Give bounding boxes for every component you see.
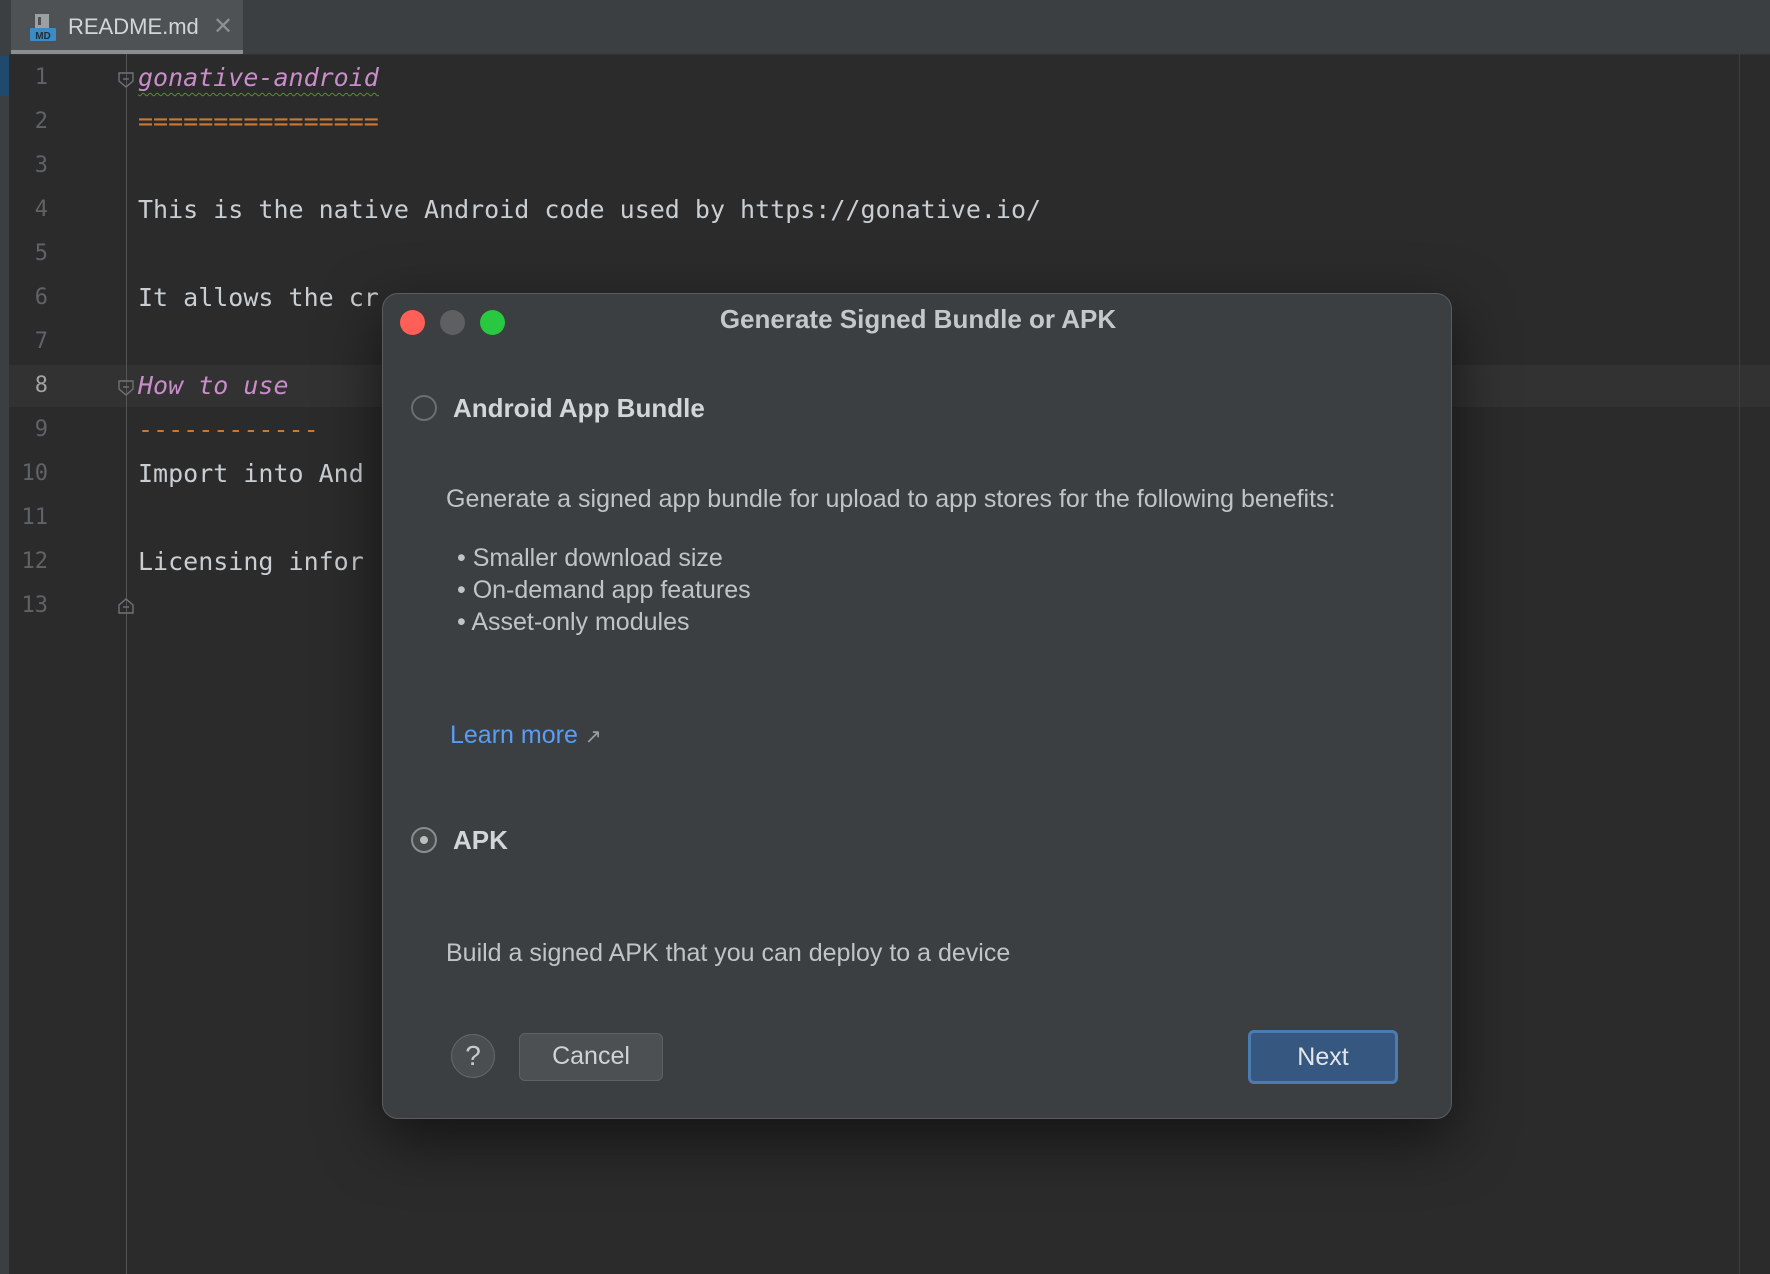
list-item: Asset-only modules bbox=[457, 606, 751, 638]
line-number: 11 bbox=[21, 505, 49, 530]
code-line-8[interactable]: How to use bbox=[138, 371, 289, 400]
line-number: 6 bbox=[34, 285, 48, 310]
next-button[interactable]: Next bbox=[1248, 1030, 1398, 1084]
code-line-2[interactable]: ================ bbox=[138, 107, 379, 136]
bundle-benefits-list: Smaller download size On-demand app feat… bbox=[457, 542, 751, 638]
generate-signed-dialog: Generate Signed Bundle or APK Android Ap… bbox=[382, 293, 1452, 1119]
cancel-button[interactable]: Cancel bbox=[519, 1033, 663, 1081]
markdown-file-icon: MD bbox=[30, 14, 56, 42]
dialog-title: Generate Signed Bundle or APK bbox=[719, 304, 1117, 334]
fold-end-marker-icon[interactable] bbox=[118, 598, 134, 614]
ide-window: MD README.md ✕ 1 2 3 4 5 6 7 8 9 10 11 1… bbox=[0, 0, 1770, 1274]
line-number: 1 bbox=[34, 65, 48, 90]
left-tool-strip bbox=[0, 0, 9, 1274]
code-line-9[interactable]: ------------ bbox=[138, 415, 319, 444]
gutter-separator bbox=[126, 54, 127, 1274]
learn-more-text[interactable]: Learn more bbox=[450, 721, 578, 749]
bundle-description: Generate a signed app bundle for upload … bbox=[446, 485, 1336, 513]
close-tab-icon[interactable]: ✕ bbox=[213, 12, 233, 41]
code-line-6[interactable]: It allows the cr bbox=[138, 283, 379, 312]
code-line-10[interactable]: Import into And bbox=[138, 459, 364, 488]
help-button[interactable]: ? bbox=[451, 1034, 495, 1078]
code-line-1[interactable]: gonative-android bbox=[138, 63, 379, 92]
line-number: 9 bbox=[34, 417, 48, 442]
fold-marker-icon[interactable] bbox=[118, 380, 134, 396]
line-number: 10 bbox=[21, 461, 49, 486]
line-number: 13 bbox=[21, 593, 49, 618]
svg-text:MD: MD bbox=[35, 31, 51, 42]
bundle-option-label[interactable]: Android App Bundle bbox=[453, 393, 705, 424]
line-number: 7 bbox=[34, 329, 48, 354]
right-margin-guide bbox=[1739, 54, 1740, 1274]
line-number-current: 8 bbox=[34, 373, 48, 398]
list-item: Smaller download size bbox=[457, 542, 751, 574]
code-line-4[interactable]: This is the native Android code used by … bbox=[138, 195, 1041, 224]
line-number: 12 bbox=[21, 549, 49, 574]
tab-readme[interactable]: MD README.md ✕ bbox=[11, 0, 243, 54]
learn-more-link[interactable]: Learn more ↗ bbox=[450, 721, 602, 750]
line-number: 5 bbox=[34, 241, 48, 266]
line-number: 3 bbox=[34, 153, 48, 178]
tab-label: README.md bbox=[68, 14, 199, 39]
external-link-icon: ↗ bbox=[584, 726, 602, 748]
apk-option-label[interactable]: APK bbox=[453, 825, 508, 856]
apk-radio[interactable] bbox=[411, 827, 437, 853]
list-item: On-demand app features bbox=[457, 574, 751, 606]
line-number: 4 bbox=[34, 197, 48, 222]
code-line-12[interactable]: Licensing infor bbox=[138, 547, 364, 576]
line-number: 2 bbox=[34, 109, 48, 134]
editor-tab-bar: MD README.md ✕ bbox=[9, 0, 1770, 55]
fold-marker-icon[interactable] bbox=[118, 72, 134, 88]
apk-description: Build a signed APK that you can deploy t… bbox=[446, 939, 1011, 967]
bundle-radio[interactable] bbox=[411, 395, 437, 421]
